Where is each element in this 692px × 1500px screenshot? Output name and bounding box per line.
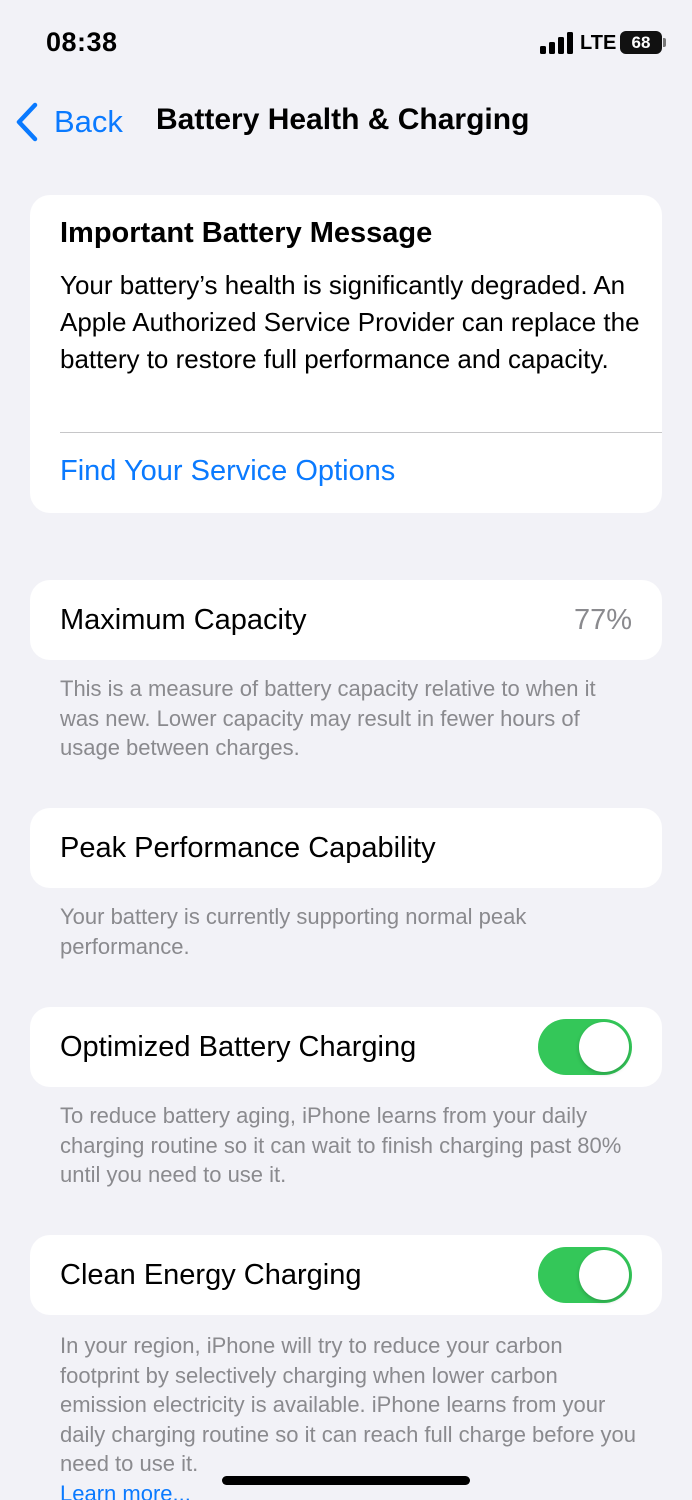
learn-more-link[interactable]: Learn more...: [60, 1481, 191, 1500]
toggle-knob: [579, 1250, 629, 1300]
clean-energy-footnote: In your region, iPhone will try to reduc…: [60, 1331, 640, 1500]
maximum-capacity-label: Maximum Capacity: [60, 604, 307, 636]
message-body: Your battery’s health is significantly d…: [60, 270, 640, 374]
battery-icon: 68: [620, 31, 662, 54]
back-label: Back: [54, 104, 123, 139]
battery-cap: [663, 38, 666, 47]
maximum-capacity-row: Maximum Capacity 77%: [30, 580, 662, 660]
home-indicator[interactable]: [222, 1476, 470, 1485]
toggle-knob: [579, 1022, 629, 1072]
message-title: Important Battery Message: [60, 217, 433, 249]
back-button[interactable]: Back: [14, 100, 123, 144]
clean-energy-footnote-text: In your region, iPhone will try to reduc…: [60, 1333, 637, 1476]
battery-health-screen: 08:38 LTE 68 Back Battery Health & Charg…: [0, 0, 692, 1500]
peak-performance-label: Peak Performance Capability: [60, 832, 436, 864]
peak-performance-row: Peak Performance Capability: [30, 808, 662, 888]
cellular-signal-icon: [540, 30, 576, 54]
divider: [60, 432, 662, 433]
page-title: Battery Health & Charging: [156, 103, 530, 136]
maximum-capacity-footnote: This is a measure of battery capacity re…: [60, 676, 596, 760]
clean-energy-label: Clean Energy Charging: [60, 1259, 362, 1291]
peak-performance-footnote: Your battery is currently supporting nor…: [60, 904, 527, 959]
battery-level: 68: [631, 33, 651, 52]
maximum-capacity-value: 77%: [573, 604, 632, 636]
clean-energy-row: Clean Energy Charging: [30, 1235, 662, 1315]
find-service-options-link[interactable]: Find Your Service Options: [60, 455, 395, 488]
status-time: 08:38: [46, 27, 118, 57]
optimized-charging-row: Optimized Battery Charging: [30, 1007, 662, 1087]
network-type: LTE: [580, 32, 617, 54]
optimized-charging-footnote: To reduce battery aging, iPhone learns f…: [60, 1103, 622, 1187]
battery-message-card: Important Battery Message Your battery’s…: [30, 195, 662, 513]
optimized-charging-label: Optimized Battery Charging: [60, 1031, 417, 1063]
chevron-left-icon: [16, 102, 38, 142]
clean-energy-toggle[interactable]: [538, 1247, 632, 1303]
optimized-charging-toggle[interactable]: [538, 1019, 632, 1075]
